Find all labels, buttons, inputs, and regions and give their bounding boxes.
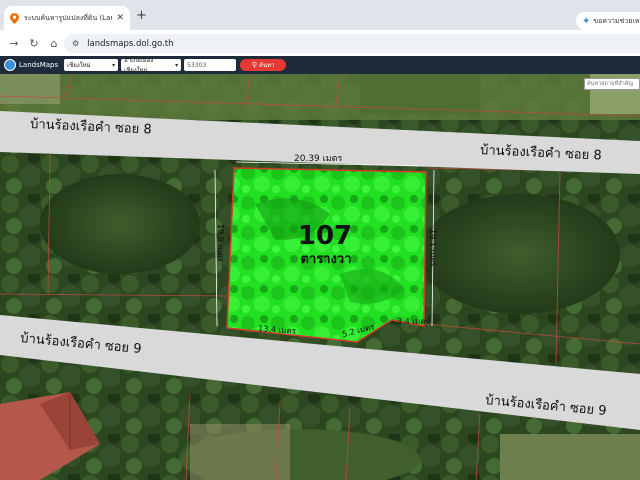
tree-cluster (420, 194, 620, 314)
dimension-right: 19.1 เมตร (428, 229, 437, 268)
assistant-button[interactable]: ✦ ขอความช่วยเหลือ (576, 12, 640, 30)
browser-tab[interactable]: ระบบค้นหารูปแปลงที่ดิน (LandsMaps) ✕ (4, 6, 130, 30)
home-icon[interactable]: ⌂ (44, 37, 64, 50)
district-value: อำเภอเมืองเชียงใหม่ (124, 57, 154, 74)
search-button[interactable]: ⚲ ค้นหา (240, 59, 287, 71)
field-top-left (0, 74, 60, 104)
reload-icon[interactable]: ↻ (24, 37, 44, 50)
district-select[interactable]: อำเภอเมืองเชียงใหม่ ▾ (121, 57, 182, 74)
assistant-label: ขอความช่วยเหลือ (593, 16, 640, 25)
app-name: LandsMaps (19, 61, 59, 69)
map-pin-icon (10, 12, 19, 24)
site-info-icon[interactable]: ⚙ (72, 39, 79, 48)
ground-patch (500, 434, 640, 480)
browser-tab-bar: ระบบค้นหารูปแปลงที่ดิน (LandsMaps) ✕ + ✦… (0, 0, 640, 30)
dimension-top: 20.39 เมตร (294, 154, 342, 164)
address-bar[interactable]: ⚙ landsmaps.dol.go.th (64, 34, 640, 53)
url-text: landsmaps.dol.go.th (87, 38, 174, 49)
map-view[interactable]: บ้านร้องเรือคำ ซอย 8 บ้านร้องเรือคำ ซอย … (0, 74, 640, 480)
back-arrow-icon[interactable]: → (4, 37, 24, 50)
landsmaps-logo-icon (4, 59, 16, 71)
dimension-left: 19.8 เมตร (216, 224, 225, 263)
browser-nav-bar: → ↻ ⌂ ⚙ landsmaps.dol.go.th (0, 30, 640, 56)
parcel-number-input[interactable] (184, 59, 237, 71)
chevron-down-icon: ▾ (112, 61, 116, 69)
tab-title: ระบบค้นหารูปแปลงที่ดิน (LandsMaps) (24, 13, 112, 22)
dimension-bottom-3: 3.4 เมตร (397, 317, 430, 326)
chevron-down-icon: ▾ (175, 61, 179, 69)
ground-patch (190, 424, 290, 480)
tab-close-icon[interactable]: ✕ (116, 13, 124, 23)
province-select[interactable]: เชียงใหม่ ▾ (64, 59, 119, 71)
landsmaps-toolbar: LandsMaps เชียงใหม่ ▾ อำเภอเมืองเชียงใหม… (0, 56, 640, 74)
tree-cluster (40, 174, 200, 274)
sparkle-icon: ✦ (582, 15, 591, 27)
search-button-label: ค้นหา (258, 62, 275, 69)
new-tab-icon[interactable]: + (136, 9, 147, 22)
map-search-input[interactable] (584, 78, 640, 90)
province-value: เชียงใหม่ (67, 62, 91, 69)
parcel-area-unit: ตารางวา (301, 252, 352, 267)
satellite-map: บ้านร้องเรือคำ ซอย 8 บ้านร้องเรือคำ ซอย … (0, 74, 640, 480)
search-icon: ⚲ (251, 61, 257, 69)
parcel-area-value: 107 (298, 221, 352, 251)
